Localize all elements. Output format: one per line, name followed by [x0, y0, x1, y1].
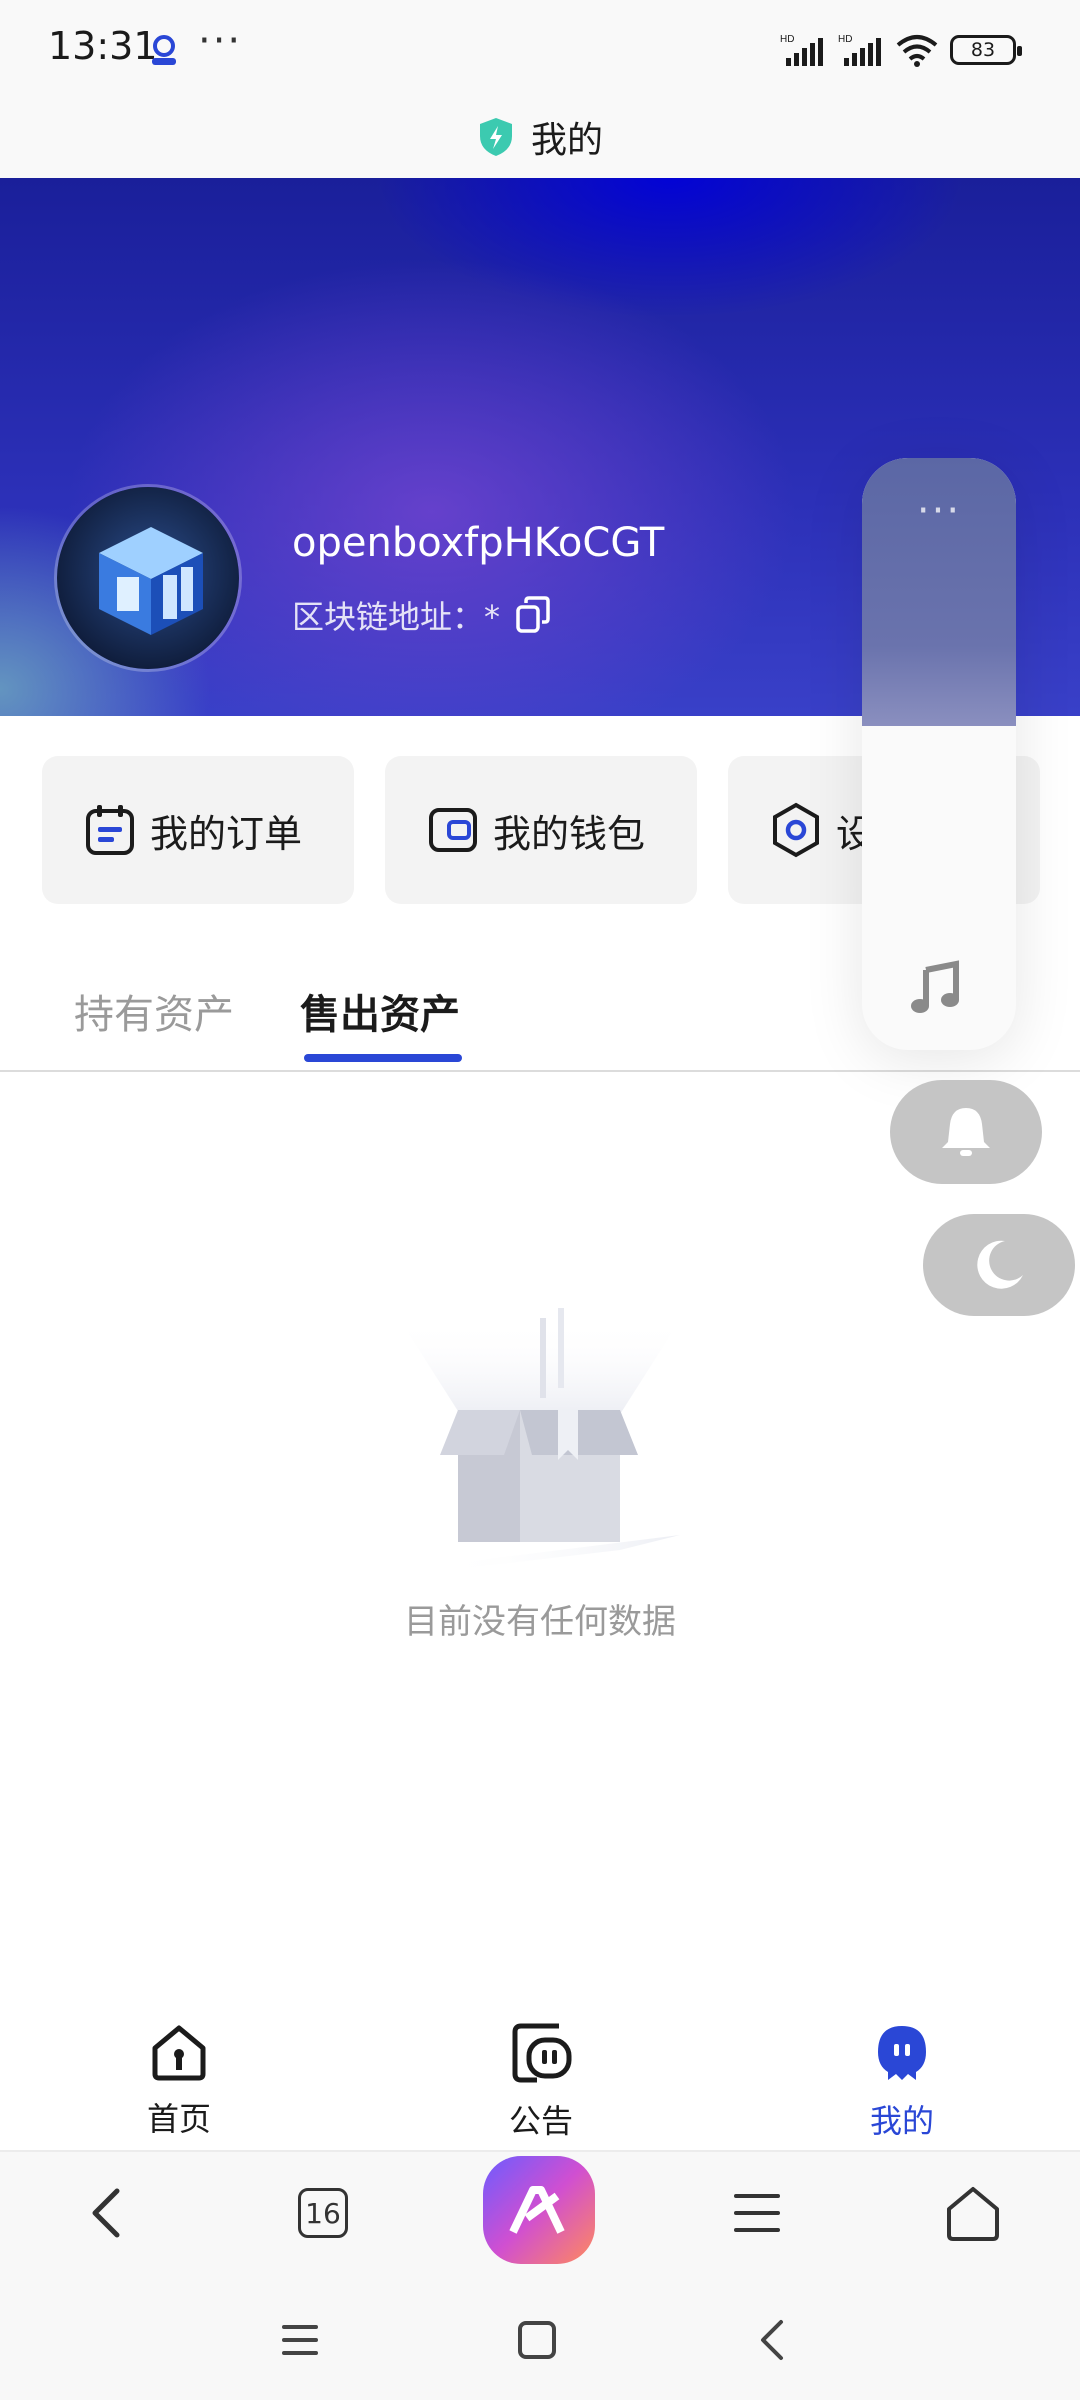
- bottom-nav: 首页 公告 我的: [0, 2004, 1080, 2150]
- shield-bolt-icon: [479, 118, 512, 156]
- nav-announcement-label: 公告: [508, 2102, 573, 2140]
- dark-mode-toggle[interactable]: [923, 1214, 1075, 1316]
- tab-sold-assets[interactable]: 售出资产: [300, 982, 460, 1040]
- browser-home-button[interactable]: [938, 2178, 1008, 2248]
- nav-home-label: 首页: [146, 2100, 211, 2138]
- browser-back-button[interactable]: [72, 2178, 142, 2248]
- page-title: 我的: [530, 120, 603, 161]
- home-outline-icon: [947, 2187, 999, 2241]
- wifi-icon: [896, 35, 938, 67]
- avatar[interactable]: [54, 484, 242, 672]
- signal-icon-2: HD: [838, 34, 881, 66]
- home-icon: [152, 2025, 206, 2081]
- settings-icon: [773, 802, 819, 858]
- announcement-icon: [512, 2023, 572, 2083]
- system-home-button[interactable]: [507, 2310, 567, 2370]
- svg-text:HD: HD: [838, 34, 852, 45]
- recents-icon: [282, 2325, 318, 2355]
- music-icon[interactable]: [906, 956, 970, 1020]
- chain-address-label: 区块链地址：*: [292, 598, 501, 636]
- cube-logo-icon: [57, 487, 239, 669]
- system-back-icon: [761, 2320, 783, 2360]
- page-header: 我的: [0, 96, 1080, 178]
- empty-box-illustration: [400, 1308, 680, 1570]
- username: openboxfpHKoCGT: [292, 520, 665, 566]
- status-more-icon: ···: [198, 18, 243, 64]
- tab-count-badge: 16: [298, 2188, 348, 2238]
- bell-icon: [942, 1108, 990, 1156]
- status-indicators: HD HD 83: [780, 30, 1022, 70]
- copy-icon[interactable]: [514, 595, 554, 635]
- system-back-button[interactable]: [742, 2310, 802, 2370]
- status-time: 13:31: [48, 24, 158, 68]
- browser-tabs-button[interactable]: 16: [288, 2178, 358, 2248]
- floating-widget-panel[interactable]: ···: [862, 458, 1016, 1050]
- battery-level: 83: [970, 39, 996, 61]
- signal-icon: HD: [780, 34, 823, 66]
- notification-toggle[interactable]: [890, 1080, 1042, 1184]
- square-home-icon: [518, 2321, 556, 2359]
- my-orders-label: 我的订单: [150, 811, 303, 856]
- order-icon: [86, 805, 134, 855]
- my-wallet-button[interactable]: 我的钱包: [385, 756, 697, 904]
- profile-icon: [878, 2026, 926, 2080]
- system-nav-bar: [0, 2270, 1080, 2400]
- menu-icon: [734, 2194, 780, 2232]
- my-wallet-label: 我的钱包: [493, 811, 646, 856]
- nav-home[interactable]: 首页: [89, 2022, 269, 2140]
- battery-icon: 83: [950, 35, 1022, 65]
- empty-state-message: 目前没有任何数据: [404, 1602, 676, 1642]
- browser-app-button[interactable]: [483, 2156, 595, 2264]
- wallet-icon: [429, 808, 477, 852]
- nav-announcement[interactable]: 公告: [451, 2022, 631, 2142]
- tab-held-assets[interactable]: 持有资产: [74, 982, 234, 1040]
- my-orders-button[interactable]: 我的订单: [42, 756, 354, 904]
- svg-text:HD: HD: [780, 34, 794, 45]
- tab-active-indicator: [304, 1054, 462, 1062]
- system-recents-button[interactable]: [270, 2310, 330, 2370]
- app-notification-icon: [152, 35, 176, 65]
- browser-menu-button[interactable]: [722, 2178, 792, 2248]
- status-bar: 13:31 ··· HD HD 83: [0, 0, 1080, 96]
- browser-logo-icon: [509, 2186, 565, 2234]
- nav-profile-label: 我的: [869, 2102, 934, 2140]
- floating-more-icon[interactable]: ···: [862, 488, 1016, 534]
- chain-address-row: 区块链地址：*: [292, 592, 554, 638]
- nav-profile[interactable]: 我的: [812, 2022, 992, 2142]
- moon-icon: [977, 1240, 1023, 1289]
- back-arrow-icon: [92, 2188, 120, 2238]
